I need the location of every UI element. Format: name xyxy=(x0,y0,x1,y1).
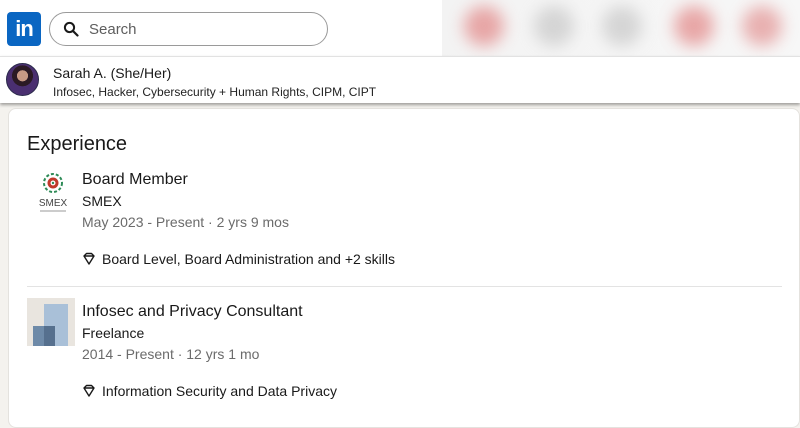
avatar[interactable] xyxy=(6,63,39,96)
profile-name-line: Sarah A. (She/Her) xyxy=(53,65,171,81)
skills-text: Information Security and Data Privacy xyxy=(102,383,337,399)
search-input[interactable] xyxy=(89,20,299,38)
experience-skills[interactable]: Information Security and Data Privacy xyxy=(82,383,337,399)
search-bar[interactable] xyxy=(49,12,328,46)
experience-dates: May 2023 - Present · 2 yrs 9 mos xyxy=(82,214,289,230)
svg-text:SMEX: SMEX xyxy=(39,198,68,209)
experience-role[interactable]: Board Member xyxy=(82,171,188,189)
sticky-profile-bar: Sarah A. (She/Her) Infosec, Hacker, Cybe… xyxy=(0,56,800,103)
experience-role[interactable]: Infosec and Privacy Consultant xyxy=(82,303,303,321)
freelance-placeholder-logo-icon[interactable] xyxy=(27,298,75,346)
nav-icons-blurred xyxy=(442,0,800,56)
search-icon xyxy=(63,21,79,37)
skills-diamond-icon xyxy=(83,252,95,265)
experience-company: Freelance xyxy=(82,325,145,341)
experience-company: SMEX xyxy=(82,193,122,209)
skills-text: Board Level, Board Administration and +2… xyxy=(102,251,395,267)
profile-name: Sarah A. xyxy=(53,65,107,81)
experience-card: Experience SMEX Board Member SMEX May 20… xyxy=(8,108,800,428)
smex-logo-icon[interactable]: SMEX xyxy=(29,167,77,215)
profile-headline: Infosec, Hacker, Cybersecurity + Human R… xyxy=(53,85,377,99)
linkedin-logo-icon[interactable]: in xyxy=(7,12,41,46)
section-title: Experience xyxy=(27,133,128,155)
top-nav-bar: in xyxy=(0,0,800,56)
experience-skills[interactable]: Board Level, Board Administration and +2… xyxy=(82,251,395,267)
experience-dates: 2014 - Present · 12 yrs 1 mo xyxy=(82,346,260,362)
profile-pronouns: (She/Her) xyxy=(110,65,172,81)
skills-diamond-icon xyxy=(83,384,95,397)
divider xyxy=(27,286,782,287)
